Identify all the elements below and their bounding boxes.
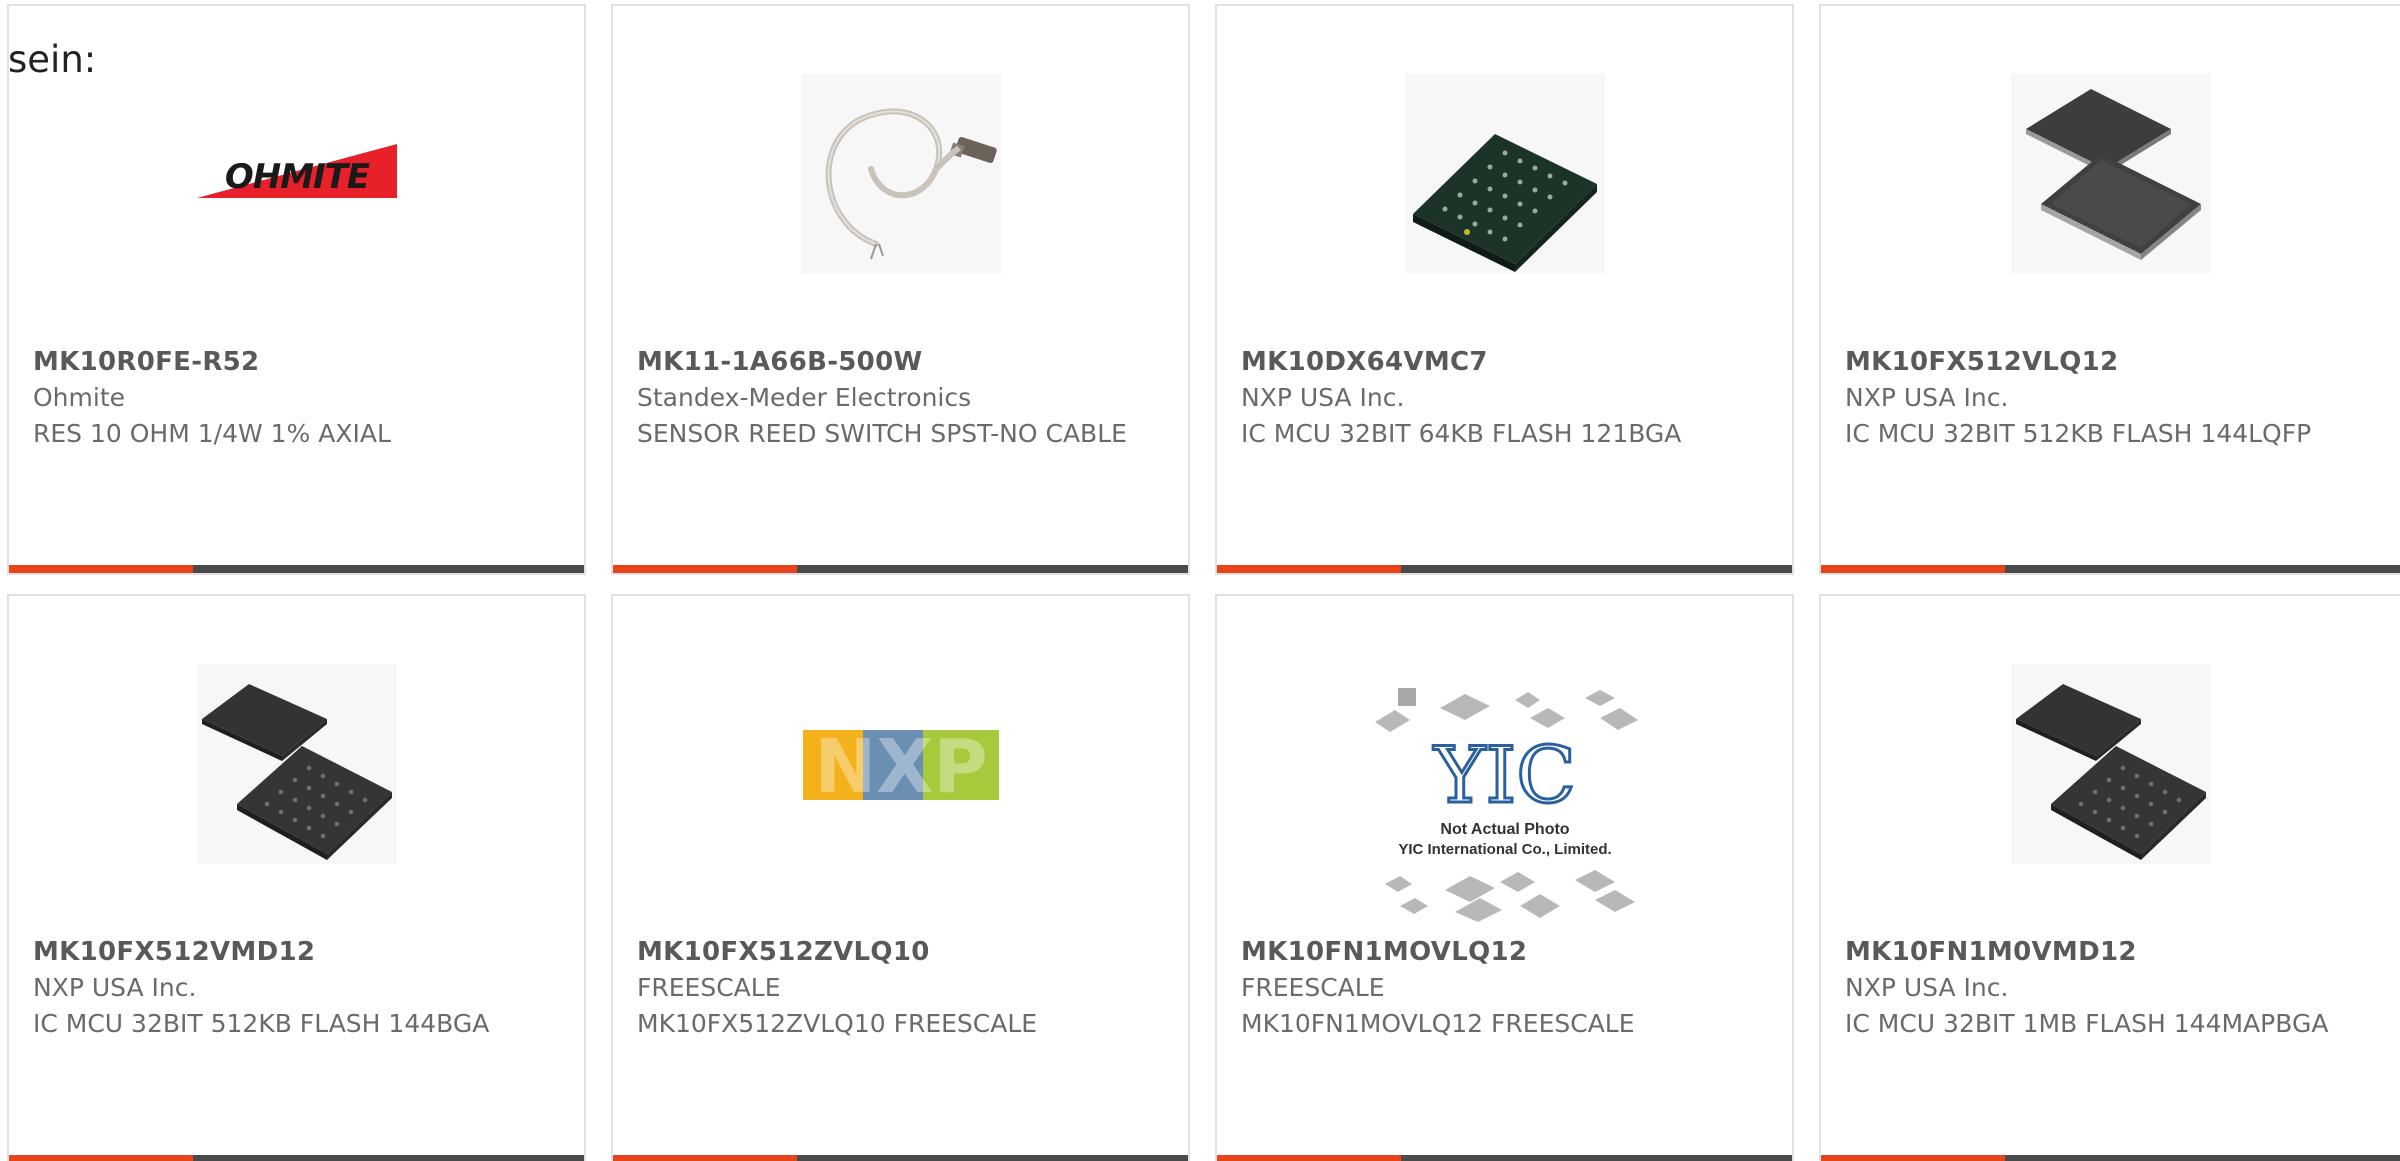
- yic-note-line-2: YIC International Co., Limited.: [1398, 841, 1611, 858]
- manufacturer-name: NXP USA Inc.: [1845, 383, 2009, 412]
- product-card[interactable]: MK10FN1M0VMD12 NXP USA Inc. IC MCU 32BIT…: [1819, 594, 2400, 1161]
- yic-logo-text: YIC: [1433, 731, 1576, 821]
- product-description: IC MCU 32BIT 512KB FLASH 144BGA: [33, 1009, 490, 1038]
- card-footer-bar: [1217, 565, 1792, 573]
- nxp-logo-icon[interactable]: NXP: [800, 664, 1001, 864]
- manufacturer-name: Ohmite: [33, 383, 126, 412]
- part-number-link[interactable]: MK10FX512ZVLQ10: [637, 937, 930, 967]
- card-accent-bar: [1821, 1155, 2005, 1161]
- card-accent-bar: [1217, 1155, 1401, 1161]
- card-footer-bar: [9, 1155, 584, 1161]
- lqfp-chip-icon[interactable]: [2010, 74, 2211, 274]
- section-heading: sein:: [8, 38, 97, 81]
- card-accent-bar: [1821, 565, 2005, 573]
- manufacturer-name: NXP USA Inc.: [1845, 973, 2009, 1002]
- card-accent-bar: [9, 1155, 193, 1161]
- product-description: RES 10 OHM 1/4W 1% AXIAL: [33, 419, 391, 448]
- bga-chip-pair-icon[interactable]: [2010, 664, 2211, 864]
- card-accent-bar: [613, 1155, 797, 1161]
- part-number-link[interactable]: MK10DX64VMC7: [1241, 347, 1488, 377]
- product-card[interactable]: OHMITE MK10R0FE-R52 Ohmite RES 10 OHM 1/…: [7, 4, 586, 575]
- product-card[interactable]: YIC Not Actual Photo YIC International C…: [1215, 594, 1794, 1161]
- card-accent-bar: [613, 565, 797, 573]
- product-card[interactable]: MK10DX64VMC7 NXP USA Inc. IC MCU 32BIT 6…: [1215, 4, 1794, 575]
- manufacturer-name: NXP USA Inc.: [33, 973, 197, 1002]
- ohmite-logo-icon[interactable]: OHMITE: [196, 74, 397, 274]
- product-description: MK10FN1MOVLQ12 FREESCALE: [1241, 1009, 1635, 1038]
- product-description: MK10FX512ZVLQ10 FREESCALE: [637, 1009, 1038, 1038]
- product-grid-page: sein: OHMITE MK10R0FE-R52 Ohmite RES 10 …: [0, 0, 2400, 1161]
- card-footer-bar: [613, 1155, 1188, 1161]
- card-accent-bar: [1217, 565, 1401, 573]
- product-card[interactable]: NXP MK10FX512ZVLQ10 FREESCALE MK10FX512Z…: [611, 594, 1190, 1161]
- product-description: SENSOR REED SWITCH SPST-NO CABLE: [637, 419, 1127, 448]
- product-description: IC MCU 32BIT 512KB FLASH 144LQFP: [1845, 419, 2312, 448]
- manufacturer-name: FREESCALE: [1241, 973, 1385, 1002]
- bga-chip-icon[interactable]: [1404, 74, 1605, 274]
- ohmite-logo-text: OHMITE: [224, 157, 369, 197]
- yic-placeholder-icon[interactable]: YIC Not Actual Photo YIC International C…: [1370, 684, 1640, 924]
- bga-chip-pair-icon[interactable]: [196, 664, 397, 864]
- card-footer-bar: [1821, 565, 2400, 573]
- part-number-link[interactable]: MK11-1A66B-500W: [637, 347, 922, 377]
- product-card[interactable]: MK10FX512VMD12 NXP USA Inc. IC MCU 32BIT…: [7, 594, 586, 1161]
- part-number-link[interactable]: MK10FX512VMD12: [33, 937, 315, 967]
- product-description: IC MCU 32BIT 64KB FLASH 121BGA: [1241, 419, 1682, 448]
- nxp-logo-text: NXP: [814, 724, 987, 810]
- manufacturer-name: Standex-Meder Electronics: [637, 383, 972, 412]
- reed-sensor-cable-icon[interactable]: [800, 74, 1001, 274]
- part-number-link[interactable]: MK10FN1M0VMD12: [1845, 937, 2137, 967]
- product-description: IC MCU 32BIT 1MB FLASH 144MAPBGA: [1845, 1009, 2329, 1038]
- card-accent-bar: [9, 565, 193, 573]
- card-footer-bar: [1217, 1155, 1792, 1161]
- manufacturer-name: FREESCALE: [637, 973, 781, 1002]
- card-footer-bar: [613, 565, 1188, 573]
- product-card[interactable]: MK10FX512VLQ12 NXP USA Inc. IC MCU 32BIT…: [1819, 4, 2400, 575]
- product-grid: OHMITE MK10R0FE-R52 Ohmite RES 10 OHM 1/…: [7, 4, 2400, 1161]
- card-footer-bar: [1821, 1155, 2400, 1161]
- manufacturer-name: NXP USA Inc.: [1241, 383, 1405, 412]
- part-number-link[interactable]: MK10R0FE-R52: [33, 347, 259, 377]
- part-number-link[interactable]: MK10FX512VLQ12: [1845, 347, 2118, 377]
- yic-note-line-1: Not Actual Photo: [1440, 821, 1569, 838]
- part-number-link[interactable]: MK10FN1MOVLQ12: [1241, 937, 1527, 967]
- product-card[interactable]: MK11-1A66B-500W Standex-Meder Electronic…: [611, 4, 1190, 575]
- card-footer-bar: [9, 565, 584, 573]
